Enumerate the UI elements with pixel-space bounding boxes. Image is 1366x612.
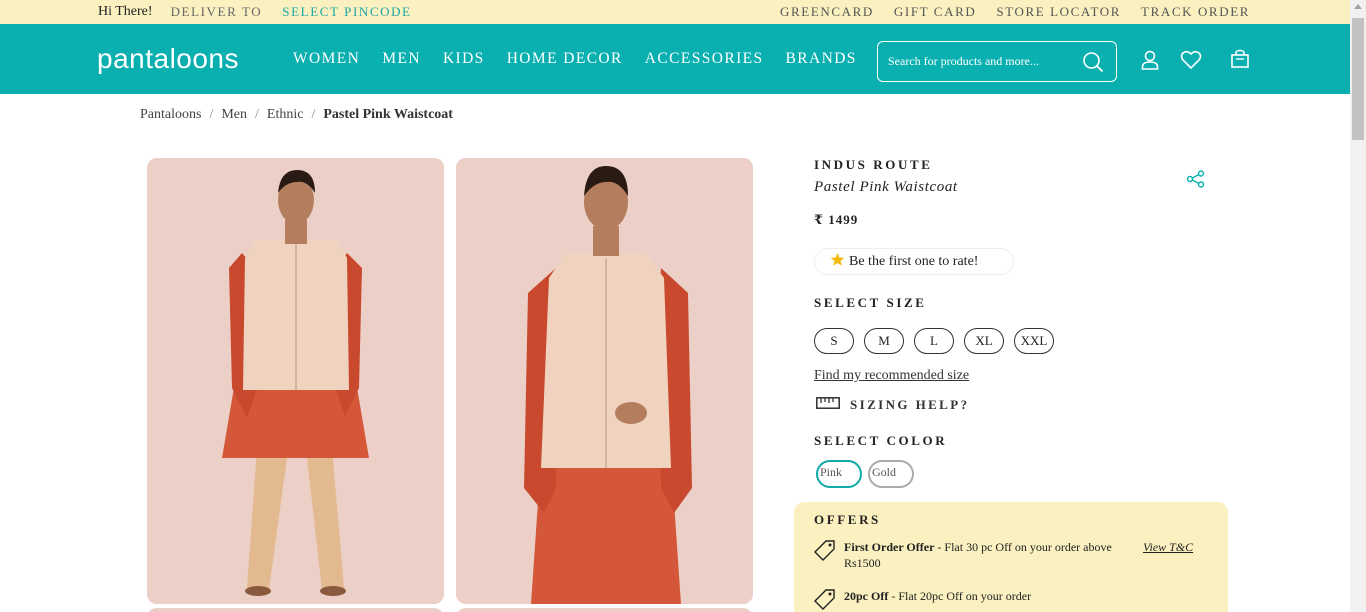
gift-card-link[interactable]: GIFT CARD bbox=[894, 4, 976, 20]
product-brand[interactable]: INDUS ROUTE bbox=[814, 157, 933, 173]
product-image-front[interactable] bbox=[147, 158, 444, 604]
size-option-l[interactable]: L bbox=[914, 328, 954, 354]
cart-bag-icon[interactable] bbox=[1230, 49, 1250, 74]
breadcrumb-separator: / bbox=[311, 107, 316, 122]
product-price: ₹ 1499 bbox=[814, 212, 859, 227]
breadcrumb-separator: / bbox=[209, 107, 214, 122]
scrollbar-thumb[interactable] bbox=[1352, 18, 1364, 140]
breadcrumb-pantaloons[interactable]: Pantaloons bbox=[140, 107, 201, 123]
star-icon bbox=[830, 252, 845, 272]
view-tnc-link[interactable]: View T&C bbox=[1143, 540, 1193, 555]
search-box bbox=[877, 41, 1117, 82]
offer-title: 20pc Off bbox=[844, 589, 889, 603]
scroll-up-arrow-icon[interactable] bbox=[1354, 4, 1362, 9]
product-image-3[interactable] bbox=[147, 608, 444, 612]
track-order-link[interactable]: TRACK ORDER bbox=[1141, 4, 1250, 20]
page: Hi There! DELIVER TO SELECT PINCODE GREE… bbox=[0, 0, 1366, 612]
breadcrumb-separator: / bbox=[255, 107, 259, 122]
deliver-to-label: DELIVER TO bbox=[170, 4, 263, 19]
top-bar: Hi There! DELIVER TO SELECT PINCODE GREE… bbox=[0, 0, 1350, 24]
breadcrumb-men[interactable]: Men bbox=[221, 107, 247, 123]
nav-men[interactable]: MEN bbox=[382, 50, 421, 68]
main-nav: WOMEN MEN KIDS HOME DECOR ACCESSORIES BR… bbox=[293, 50, 857, 68]
rating-pill[interactable]: Be the first one to rate! bbox=[814, 248, 1014, 275]
offers-panel: OFFERS First Order Offer - Flat 30 pc Of… bbox=[794, 502, 1228, 612]
ruler-icon bbox=[816, 397, 840, 413]
pantaloons-logo[interactable]: pantaloons bbox=[97, 43, 275, 75]
offers-title: OFFERS bbox=[814, 512, 881, 527]
size-option-xl[interactable]: XL bbox=[964, 328, 1004, 354]
nav-accessories[interactable]: ACCESSORIES bbox=[645, 50, 764, 68]
offer-tag-icon bbox=[814, 588, 836, 612]
color-options: Pink Gold bbox=[816, 460, 914, 488]
select-color-label: SELECT COLOR bbox=[814, 433, 948, 448]
select-pincode-link[interactable]: SELECT PINCODE bbox=[282, 4, 411, 20]
search-icon[interactable] bbox=[1082, 51, 1104, 78]
find-recommended-size-link[interactable]: Find my recommended size bbox=[814, 368, 969, 384]
offer-description: - Flat 20pc Off on your order bbox=[888, 589, 1032, 603]
store-locator-link[interactable]: STORE LOCATOR bbox=[996, 4, 1121, 20]
offer-item: 20pc Off - Flat 20pc Off on your order bbox=[814, 588, 1120, 612]
product-image-closeup[interactable] bbox=[456, 158, 753, 604]
breadcrumb-current: Pastel Pink Waistcoat bbox=[323, 107, 453, 122]
size-option-s[interactable]: S bbox=[814, 328, 854, 354]
size-options: S M L XL XXL bbox=[814, 328, 1054, 354]
share-icon[interactable] bbox=[1186, 170, 1206, 193]
breadcrumb: Pantaloons / Men / Ethnic / Pastel Pink … bbox=[140, 107, 453, 123]
nav-women[interactable]: WOMEN bbox=[293, 50, 360, 68]
greeting: Hi There! bbox=[98, 4, 153, 19]
offer-item: First Order Offer - Flat 30 pc Off on yo… bbox=[814, 539, 1120, 571]
offer-title: First Order Offer bbox=[844, 540, 935, 554]
account-icon[interactable] bbox=[1141, 50, 1159, 75]
sizing-help-button[interactable]: SIZING HELP? bbox=[816, 397, 969, 413]
product-name: Pastel Pink Waistcoat bbox=[814, 179, 958, 195]
nav-home-decor[interactable]: HOME DECOR bbox=[507, 50, 623, 68]
nav-brands[interactable]: BRANDS bbox=[786, 50, 857, 68]
breadcrumb-ethnic[interactable]: Ethnic bbox=[267, 107, 304, 123]
offer-tag-icon bbox=[814, 539, 836, 571]
search-input[interactable] bbox=[888, 54, 1068, 69]
size-option-xxl[interactable]: XXL bbox=[1014, 328, 1054, 354]
select-size-label: SELECT SIZE bbox=[814, 295, 927, 310]
product-image-4[interactable] bbox=[456, 608, 753, 612]
color-swatch-pink[interactable]: Pink bbox=[816, 460, 862, 488]
main-header: pantaloons WOMEN MEN KIDS HOME DECOR ACC… bbox=[0, 24, 1350, 94]
wishlist-icon[interactable] bbox=[1180, 50, 1202, 75]
color-swatch-gold[interactable]: Gold bbox=[868, 460, 914, 488]
size-option-m[interactable]: M bbox=[864, 328, 904, 354]
page-scrollbar[interactable] bbox=[1350, 0, 1366, 612]
greencard-link[interactable]: GREENCARD bbox=[780, 4, 874, 20]
rating-prompt: Be the first one to rate! bbox=[849, 253, 979, 269]
sizing-help-label: SIZING HELP? bbox=[850, 397, 970, 412]
nav-kids[interactable]: KIDS bbox=[443, 50, 485, 68]
